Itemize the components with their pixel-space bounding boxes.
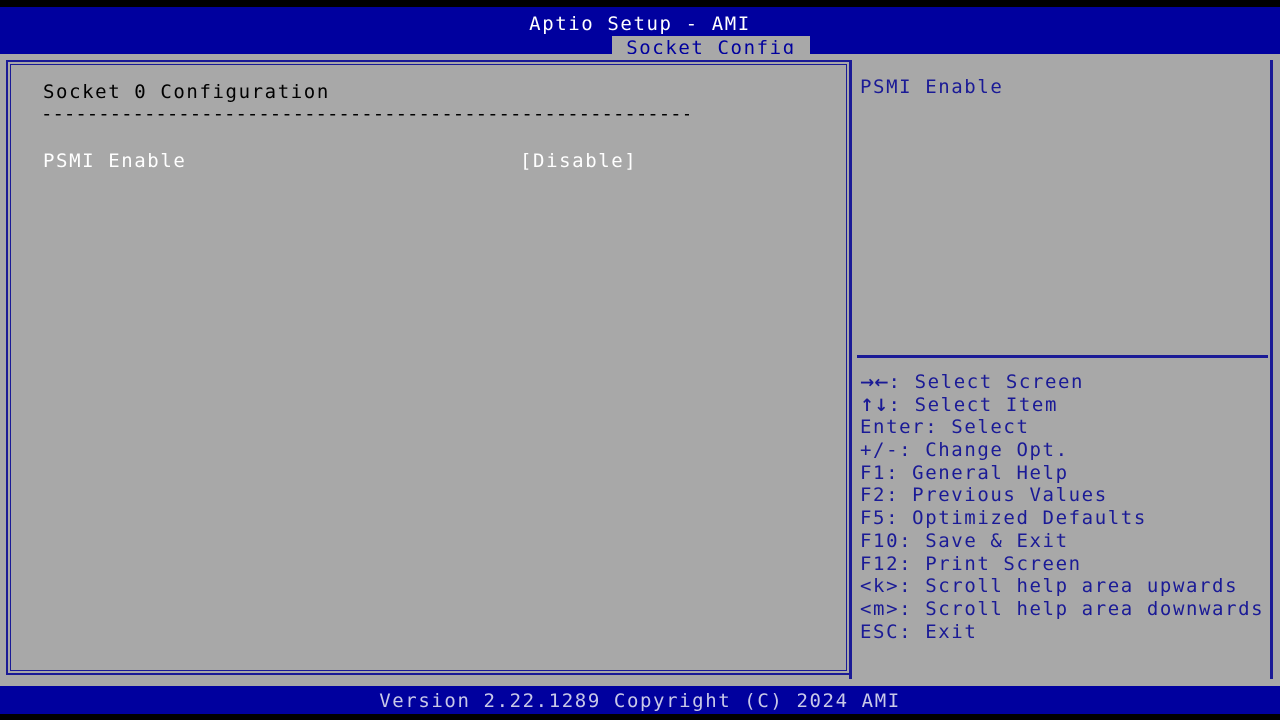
bios-setup-screen: Aptio Setup - AMI Socket Config Socket 0… (0, 0, 1280, 720)
help-key-scroll-down: <m>: Scroll help area downwards (860, 598, 1270, 621)
help-key-text: : Select Item (888, 393, 1059, 416)
help-key-f10: F10: Save & Exit (860, 530, 1270, 553)
help-key-name: <m> (860, 597, 900, 620)
help-key-select-screen: →←: Select Screen (860, 371, 1270, 394)
settings-panel-inner: Socket 0 Configuration -----------------… (10, 64, 847, 671)
help-key-name: <k> (860, 575, 900, 598)
setting-row-psmi-enable[interactable]: PSMI Enable [Disable] (11, 150, 846, 174)
help-key-f12: F12: Print Screen (860, 553, 1270, 576)
screen-bottom-border (0, 714, 1280, 720)
help-key-text: : Scroll help area downwards (899, 597, 1265, 620)
section-heading: Socket 0 Configuration (43, 81, 330, 103)
help-key-text: : Previous Values (886, 484, 1108, 507)
help-key-select-item: ↑↓: Select Item (860, 394, 1270, 417)
page-title: Aptio Setup - AMI (529, 13, 751, 35)
help-divider (857, 355, 1268, 358)
help-key-name: ESC (860, 620, 900, 643)
help-panel: PSMI Enable →←: Select Screen ↑↓: Select… (849, 60, 1273, 679)
help-key-text: : Optimized Defaults (886, 507, 1147, 530)
help-key-text: : Select Screen (888, 371, 1085, 393)
help-key-name: F1 (860, 461, 887, 484)
help-key-name: F2 (860, 484, 887, 507)
screen-top-border (0, 0, 1280, 7)
settings-panel: Socket 0 Configuration -----------------… (6, 60, 851, 675)
section-divider: ----------------------------------------… (41, 103, 689, 125)
help-key-text: : Print Screen (899, 552, 1082, 575)
help-key-f1: F1: General Help (860, 462, 1270, 485)
help-key-change-opt: +/-: Change Opt. (860, 439, 1270, 462)
title-bar: Aptio Setup - AMI Socket Config (0, 7, 1280, 61)
help-key-name: F10 (860, 529, 900, 552)
footer-bar: Version 2.22.1289 Copyright (C) 2024 AMI (0, 686, 1280, 714)
arrow-left-right-icon: →← (860, 373, 889, 393)
help-key-name: F12 (860, 552, 900, 575)
version-text: Version 2.22.1289 Copyright (C) 2024 AMI (379, 690, 901, 712)
help-key-text: : Change Opt. (899, 439, 1069, 462)
help-key-esc: ESC: Exit (860, 621, 1270, 644)
setting-label: PSMI Enable (43, 150, 187, 172)
help-key-enter: Enter: Select (860, 416, 1270, 439)
help-key-name: F5 (860, 507, 887, 530)
help-key-f2: F2: Previous Values (860, 484, 1270, 507)
help-key-f5: F5: Optimized Defaults (860, 507, 1270, 530)
help-key-legend: →←: Select Screen ↑↓: Select Item Enter:… (860, 371, 1270, 643)
arrow-up-down-icon: ↑↓ (860, 395, 889, 416)
help-key-text: : Select (925, 416, 1030, 439)
setting-value[interactable]: [Disable] (520, 150, 637, 172)
help-key-name: Enter (860, 416, 926, 439)
help-key-name: +/- (860, 439, 900, 462)
help-key-scroll-up: <k>: Scroll help area upwards (860, 575, 1270, 598)
help-key-text: : General Help (886, 461, 1069, 484)
help-key-text: : Scroll help area upwards (899, 575, 1239, 598)
help-key-text: : Save & Exit (899, 529, 1069, 552)
help-key-text: : Exit (899, 620, 978, 643)
help-title: PSMI Enable (860, 76, 1004, 98)
